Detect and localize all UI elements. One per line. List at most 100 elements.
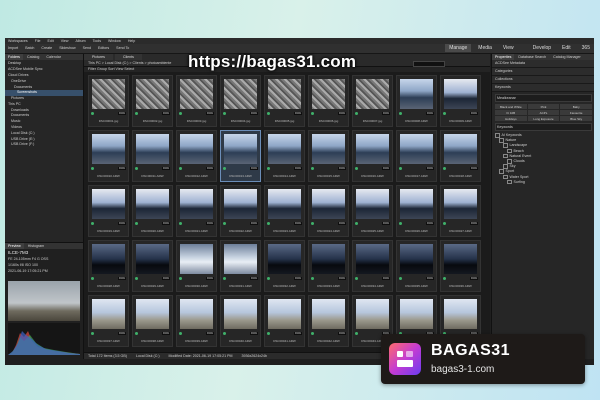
tab-preview[interactable]: Preview [5, 243, 24, 249]
batch-button[interactable]: Batch [22, 44, 37, 52]
thumbnail-tile[interactable]: RAW DSC00031.ARW [220, 240, 261, 292]
thumbnail-image [356, 134, 389, 164]
checkbox-icon[interactable] [507, 159, 512, 164]
quick-keyword-button[interactable]: ACPL [527, 110, 560, 115]
quick-keyword-button[interactable]: Pink [527, 104, 560, 109]
thumbnail-tile[interactable]: RAW DSC00010.ARW [88, 130, 129, 182]
thumbnail-filename: DSC00037.ARW [97, 339, 120, 343]
mode-365[interactable]: 365 [578, 44, 594, 52]
thumbnail-tile[interactable]: RAW DSC00041.ARW [264, 295, 305, 347]
mode-manage[interactable]: Manage [445, 44, 472, 52]
thumbnail-tile[interactable]: RAW DSC00025.ARW [352, 185, 393, 237]
thumbnail-tile[interactable]: RAW DSC00020.ARW [132, 185, 173, 237]
slideshow-button[interactable]: Slideshow [56, 44, 78, 52]
checkbox-icon[interactable] [503, 164, 508, 169]
checkbox-icon[interactable] [507, 179, 512, 185]
editors-button[interactable]: Editors [95, 44, 112, 52]
thumbnail-tile[interactable]: RAW DSC00036.ARW [440, 240, 481, 292]
checkbox-icon[interactable] [499, 169, 504, 174]
section-collections[interactable]: Collections [492, 76, 594, 84]
send-to-button[interactable]: Send To [113, 44, 132, 52]
thumbnail-tile[interactable]: RAW DSC00018.ARW [440, 130, 481, 182]
quick-keyword-button[interactable]: Favourite [560, 110, 592, 115]
checkbox-icon[interactable] [503, 143, 508, 148]
keyword-set-selector[interactable]: Mealkeanar [495, 94, 592, 102]
tab-histogram[interactable]: Histogram [25, 243, 47, 249]
thumbnail-tile[interactable]: RAW DSC00019.ARW [88, 185, 129, 237]
tab-calendar[interactable]: Calendar [43, 54, 64, 60]
thumbnail-tile[interactable]: RAW DSC00016.ARW [352, 130, 393, 182]
thumbnail-tile[interactable]: RAW DSC00011.ARW [132, 130, 173, 182]
thumbnail-tile[interactable]: RAW DSC00034.ARW [352, 240, 393, 292]
mode-develop[interactable]: Develop [529, 44, 555, 52]
mode-view[interactable]: View [499, 44, 518, 52]
thumbnail-tile[interactable]: RAW DSC00028.ARW [88, 240, 129, 292]
quick-keyword-button[interactable]: Long Exposure [527, 116, 560, 121]
thumbnail-tile[interactable]: RAW DSC00038.ARW [132, 295, 173, 347]
thumbnail-tile[interactable]: RAW DSC00021.ARW [176, 185, 217, 237]
file-type-badge: RAW [470, 112, 478, 115]
thumbnail-tile[interactable]: RAW DSC00040.ARW [220, 295, 261, 347]
thumbnail-image [136, 244, 169, 274]
quick-keyword-button[interactable]: Blue Sky [560, 116, 592, 121]
thumbnail-tile[interactable]: RAW DSC00024.ARW [308, 185, 349, 237]
thumbnail-tile[interactable]: RAW DSC00035.ARW [396, 240, 437, 292]
thumbnail-tile[interactable]: RAW DSC00030.ARW [176, 240, 217, 292]
mode-edit[interactable]: Edit [558, 44, 575, 52]
checkbox-icon[interactable] [495, 133, 500, 138]
quick-keyword-button[interactable]: Baby [560, 104, 592, 109]
thumbnail-tile[interactable]: RAW DSC00013.ARW [220, 130, 261, 182]
thumbnail-tile[interactable]: RAW DSC00023.ARW [264, 185, 305, 237]
section-keywords[interactable]: Keywords [492, 84, 594, 92]
quick-keyword-button[interactable]: Holidays [495, 116, 527, 121]
thumbnail-tile[interactable]: RAW DSC00015.ARW [308, 130, 349, 182]
file-type-badge: RAW [470, 222, 478, 225]
checkbox-icon[interactable] [503, 153, 508, 159]
checkbox-icon[interactable] [507, 148, 512, 154]
thumbnail-tile[interactable]: RAW DSC00014.ARW [264, 130, 305, 182]
thumbnail-tile[interactable]: RAW DSC00032.ARW [264, 240, 305, 292]
quick-keyword-button[interactable]: Black and White [495, 104, 527, 109]
thumbnail-tile[interactable]: RAW DSC00039.ARW [176, 295, 217, 347]
thumbnail-tile[interactable]: RAW DSC00002.jpg [132, 75, 173, 127]
thumbnail-tile[interactable]: RAW DSC00022.ARW [220, 185, 261, 237]
thumbnail-tile[interactable]: RAW DSC00001.jpg [88, 75, 129, 127]
thumbnail-tile[interactable]: RAW DSC00027.ARW [440, 185, 481, 237]
tab-catalog-manager[interactable]: Catalog Manager [550, 54, 584, 60]
import-button[interactable]: Import [5, 44, 21, 52]
thumbnail-tile[interactable]: RAW DSC00029.ARW [132, 240, 173, 292]
thumbnail-tile[interactable]: RAW DSC00026.ARW [396, 185, 437, 237]
tab-folders[interactable]: Folders [5, 54, 23, 60]
thumbnail-tile[interactable]: RAW DSC00012.ARW [176, 130, 217, 182]
folder-item[interactable]: USB Drive (F:) [5, 142, 83, 148]
checkbox-icon[interactable] [499, 138, 504, 143]
tab-catalog[interactable]: Catalog [24, 54, 42, 60]
thumbnail-tile[interactable]: RAW DSC00037.ARW [88, 295, 129, 347]
thumbnail-tile[interactable]: RAW DSC00033.ARW [308, 240, 349, 292]
thumbnail-tile[interactable]: RAW DSC00004.jpg [220, 75, 261, 127]
thumbnail-tile[interactable]: RAW DSC00008.ARW [396, 75, 437, 127]
thumbnail-tile[interactable]: RAW DSC00042.ARW [308, 295, 349, 347]
thumbnail-tile[interactable]: RAW DSC00009.ARW [440, 75, 481, 127]
thumbnail-image [268, 134, 301, 164]
mode-media[interactable]: Media [474, 44, 496, 52]
keyword-tree-item[interactable]: Surfing [495, 179, 594, 185]
section-categories[interactable]: Categories [492, 68, 594, 76]
send-button[interactable]: Send [80, 44, 94, 52]
thumbnail-tile[interactable]: RAW DSC00006.jpg [308, 75, 349, 127]
bagas31-logo-icon [389, 343, 421, 375]
status-dot-icon [135, 332, 138, 335]
section-acdsee-metadata[interactable]: ACDSee Metadata [492, 60, 594, 68]
tab-properties[interactable]: Properties [492, 54, 515, 60]
thumbnail-tile[interactable]: RAW DSC00017.ARW [396, 130, 437, 182]
thumbnail-tile[interactable]: RAW DSC00003.jpg [176, 75, 217, 127]
file-type-badge: RAW [338, 222, 346, 225]
quick-keyword-button[interactable]: Fi 10B [495, 110, 527, 115]
keyword-field[interactable]: Keywords [495, 123, 592, 131]
tab-database-search[interactable]: Database Search [515, 54, 549, 60]
thumbnail-tile[interactable]: RAW DSC00007.jpg [352, 75, 393, 127]
thumbnail-tile[interactable]: RAW DSC00005.jpg [264, 75, 305, 127]
search-input[interactable] [413, 61, 445, 67]
create-button[interactable]: Create [38, 44, 55, 52]
checkbox-icon[interactable] [503, 174, 508, 180]
